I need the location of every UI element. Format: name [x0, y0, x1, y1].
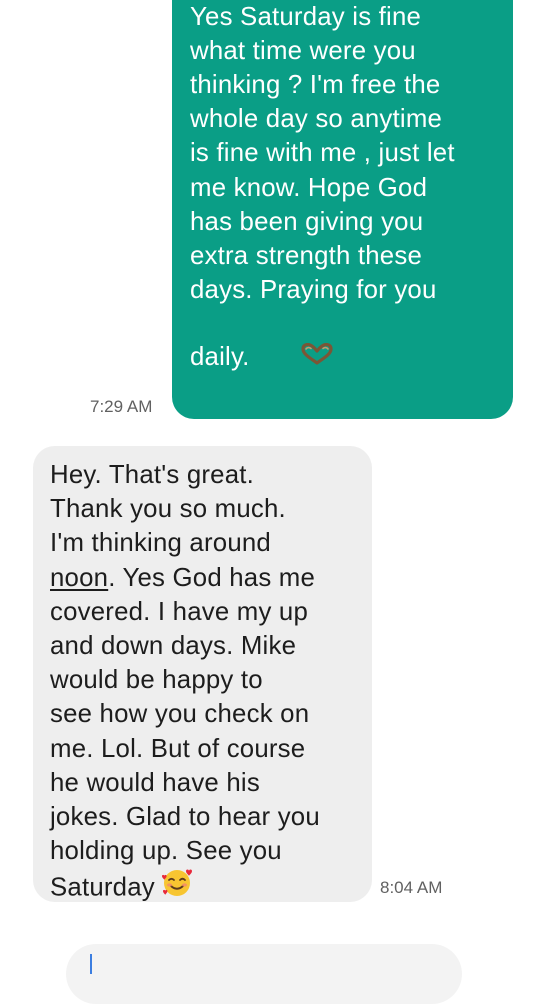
text-cursor — [90, 954, 92, 974]
incoming-line: noon. Yes God has me — [50, 561, 358, 595]
incoming-line: would be happy to — [50, 666, 263, 695]
incoming-line: Hey. That's great. — [50, 461, 255, 489]
outgoing-message-timestamp: 7:29 AM — [90, 397, 153, 416]
incoming-message-text: Hey. That's great. Thank you so much. I'… — [50, 458, 358, 910]
incoming-line: jokes. Glad to hear you — [50, 803, 320, 832]
incoming-line: he would have his — [50, 768, 260, 797]
incoming-line: see how you check on — [50, 700, 310, 729]
heart-hands-icon — [256, 305, 334, 408]
outgoing-message-text: going well, so far lol. So for the late … — [190, 0, 497, 410]
incoming-last-line: Saturday — [50, 873, 155, 902]
incoming-message-bubble[interactable]: Hey. That's great. Thank you so much. I'… — [33, 446, 372, 902]
incoming-line-rest: . Yes God has me — [108, 563, 316, 592]
message-input-field[interactable] — [66, 944, 462, 1004]
incoming-line: holding up. See you — [50, 837, 282, 866]
smiling-face-with-hearts-icon — [161, 866, 193, 907]
outgoing-message-bubble[interactable]: going well, so far lol. So for the late … — [172, 0, 513, 419]
incoming-line: covered. I have my up — [50, 597, 308, 626]
incoming-line: Saturday — [50, 868, 358, 909]
incoming-line: Thank you so much. — [50, 495, 286, 524]
detected-time-link[interactable]: noon — [50, 564, 108, 592]
incoming-message-timestamp: 8:04 AM — [380, 878, 443, 897]
incoming-line: and down days. Mike — [50, 632, 297, 661]
incoming-line: me. Lol. But of course — [50, 734, 306, 763]
incoming-line: I'm thinking around — [50, 529, 271, 558]
